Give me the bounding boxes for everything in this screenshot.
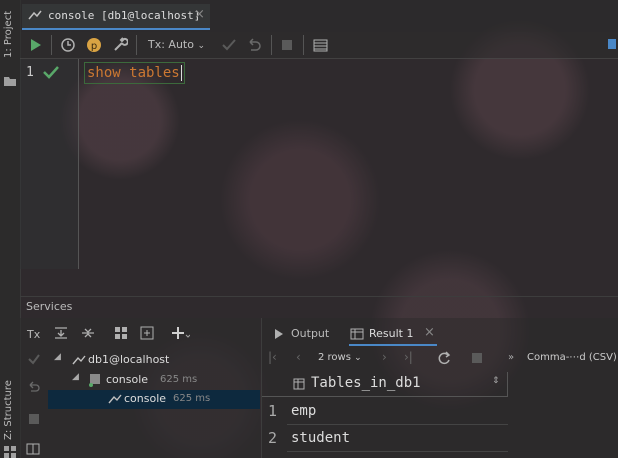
previous-page-icon[interactable]: ‹ xyxy=(296,350,301,364)
checkmark-icon[interactable] xyxy=(27,353,41,365)
last-page-icon[interactable]: ›| xyxy=(404,350,413,364)
stop-icon[interactable] xyxy=(471,352,483,364)
stop-icon[interactable] xyxy=(28,413,40,425)
toolbar-divider xyxy=(136,35,137,55)
add-icon[interactable] xyxy=(172,326,190,340)
tree-item-session[interactable]: ◢ console 625 ms xyxy=(48,371,260,390)
tree-item-label: console xyxy=(124,392,167,405)
active-tab-indicator xyxy=(349,344,437,346)
session-icon xyxy=(89,374,100,387)
refresh-icon[interactable] xyxy=(437,351,451,365)
tab-close-button[interactable]: × xyxy=(424,325,435,340)
text-caret xyxy=(180,65,182,81)
settings-icon[interactable] xyxy=(112,37,128,53)
structure-tool-button[interactable]: Z: Structure xyxy=(3,380,14,440)
toolbar-divider xyxy=(51,35,52,55)
tab-console[interactable]: console [db1@localhost] × xyxy=(22,4,210,30)
db-icon[interactable] xyxy=(606,37,618,53)
sql-statement[interactable]: show tables xyxy=(84,62,185,84)
new-layout-icon[interactable] xyxy=(140,326,156,340)
history-icon[interactable] xyxy=(60,37,76,53)
next-page-icon[interactable]: › xyxy=(382,350,387,364)
tree-item-label: db1@localhost xyxy=(88,353,170,366)
sql-code: show tables xyxy=(87,65,180,81)
left-tool-stripe: 1: Project Z: Structure xyxy=(0,0,21,458)
tree-expand-icon[interactable] xyxy=(54,326,68,340)
folder-icon[interactable] xyxy=(4,76,16,86)
structure-icon[interactable] xyxy=(4,446,16,458)
sort-icon[interactable]: ⇕ xyxy=(492,376,500,386)
profile-icon[interactable]: p xyxy=(86,37,102,53)
sql-editor[interactable] xyxy=(79,59,618,269)
console-icon xyxy=(108,394,122,404)
tree-item-label: console xyxy=(106,373,149,386)
commit-icon[interactable] xyxy=(221,37,237,53)
tree-expanded-arrow-icon[interactable]: ◢ xyxy=(54,352,61,362)
toolbar-divider xyxy=(271,35,272,55)
table-view-icon[interactable] xyxy=(313,37,329,53)
output-icon xyxy=(275,329,283,339)
tx-button[interactable]: Tx xyxy=(27,328,40,341)
svg-text:p: p xyxy=(91,41,97,52)
first-page-icon[interactable]: |‹ xyxy=(268,350,277,364)
line-number: 1 xyxy=(26,65,34,80)
column-header-label: Tables_in_db1 xyxy=(311,375,421,391)
chevron-down-icon: ⌄ xyxy=(197,41,206,51)
table-cell[interactable]: student xyxy=(291,430,350,446)
row-divider xyxy=(287,451,508,452)
stop-icon[interactable] xyxy=(280,37,294,53)
table-row[interactable]: 1 emp xyxy=(262,398,508,424)
tree-collapse-icon[interactable] xyxy=(81,326,95,340)
tree-expanded-arrow-icon[interactable]: ◢ xyxy=(72,372,79,382)
row-number: 1 xyxy=(268,402,278,420)
rollback-icon[interactable] xyxy=(27,380,41,394)
tree-item-console[interactable]: console 625 ms xyxy=(48,390,260,409)
table-cell[interactable]: emp xyxy=(291,403,316,419)
group-icon[interactable] xyxy=(114,326,130,340)
tree-item-datasource[interactable]: ◢ db1@localhost xyxy=(48,351,260,370)
tx-mode-label: Tx: Auto xyxy=(148,38,194,51)
rows-label: 2 rows xyxy=(318,352,351,363)
more-actions-icon[interactable]: » xyxy=(508,352,514,363)
column-header[interactable]: Tables_in_db1 ⇕ xyxy=(287,372,508,396)
tab-close-button[interactable]: × xyxy=(194,7,205,22)
layout-icon[interactable] xyxy=(26,443,40,455)
tab-label: console [db1@localhost] xyxy=(48,9,201,22)
datasource-icon xyxy=(72,355,86,365)
project-tool-button[interactable]: 1: Project xyxy=(3,11,14,58)
checkmark-icon xyxy=(43,66,59,79)
table-row[interactable]: 2 student xyxy=(262,425,508,451)
rollback-icon[interactable] xyxy=(246,37,262,53)
toolbar-divider xyxy=(303,35,304,55)
table-icon xyxy=(350,328,364,340)
row-number: 2 xyxy=(268,429,278,447)
structure-label: Z: Structure xyxy=(3,380,14,440)
run-icon[interactable] xyxy=(29,37,43,53)
services-title: Services xyxy=(26,300,73,313)
export-format-dropdown[interactable]: Comma-⋯d (CSV) xyxy=(527,352,617,363)
tx-mode-dropdown[interactable]: Tx: Auto ⌄ xyxy=(148,38,205,51)
chevron-down-icon: ⌄ xyxy=(354,353,362,363)
tree-item-time: 625 ms xyxy=(173,393,211,404)
tree-item-time: 625 ms xyxy=(160,374,198,385)
tab-label: Output xyxy=(291,327,330,340)
console-icon xyxy=(28,10,42,20)
column-icon xyxy=(293,378,305,390)
project-label: 1: Project xyxy=(3,10,14,58)
services-divider xyxy=(20,296,618,297)
editor-gutter: 1 xyxy=(20,59,79,269)
tab-label: Result 1 xyxy=(369,327,414,340)
tab-result-1[interactable]: Result 1 × xyxy=(349,325,437,344)
rows-selector[interactable]: 2 rows ⌄ xyxy=(318,352,362,363)
